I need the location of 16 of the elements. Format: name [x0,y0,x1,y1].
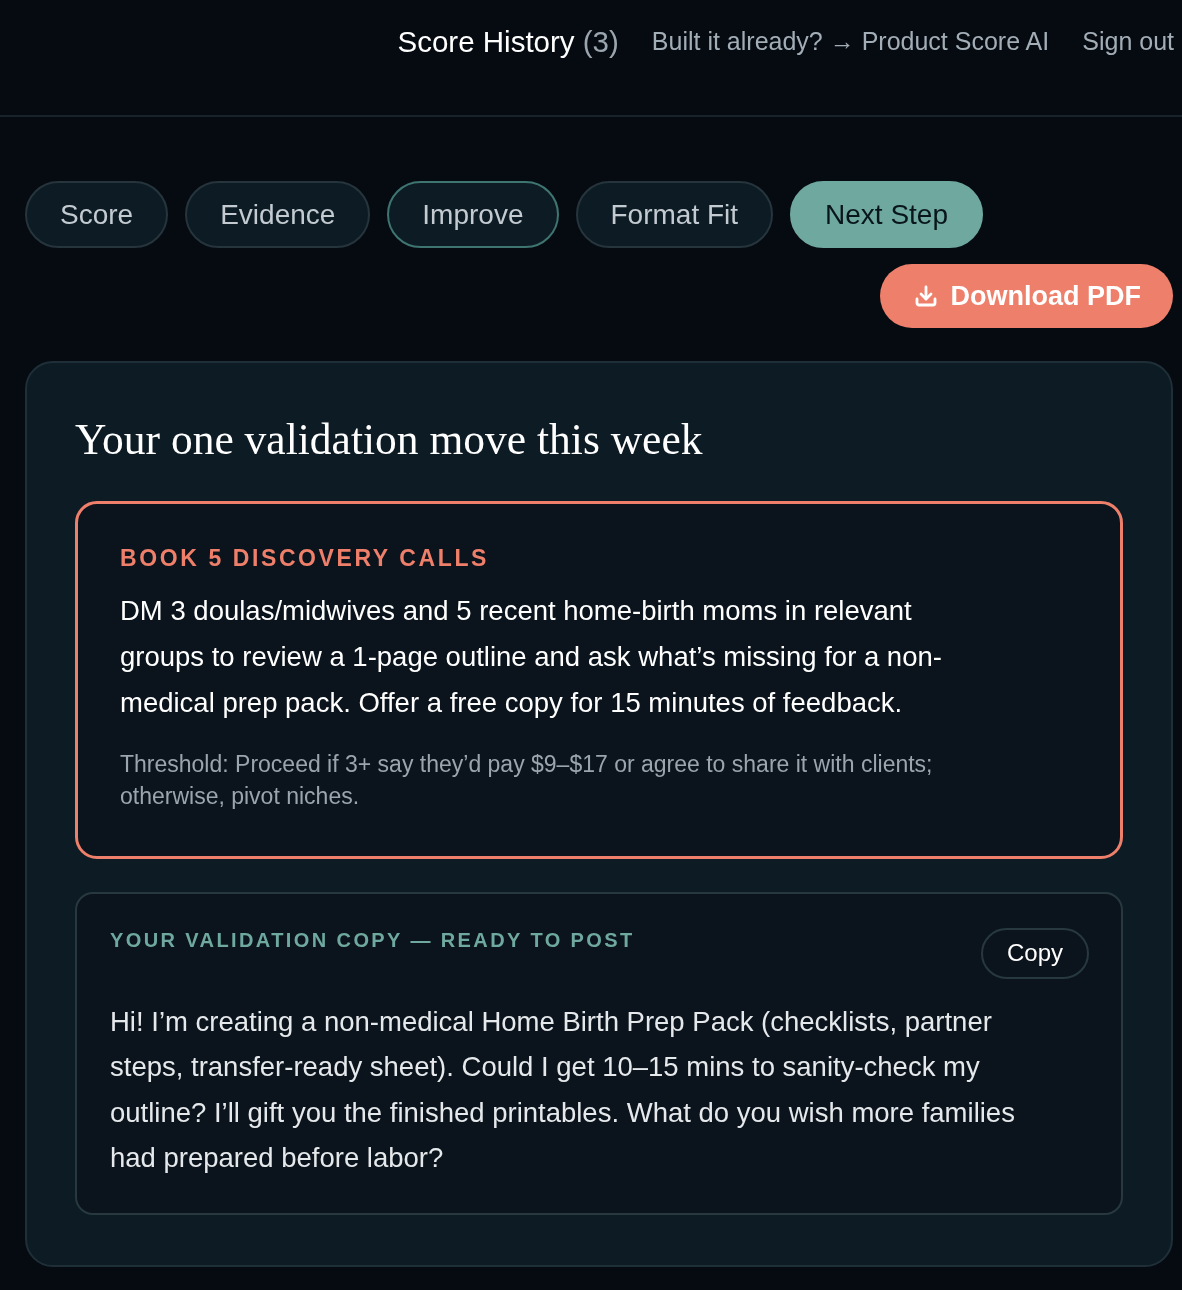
download-icon [913,284,938,308]
action-text: DM 3 doulas/midwives and 5 recent home-birth moms in relevant groups to review a 1-page outline and ask what’s missing for a non-medical prep pack. Offer a free copy for 15 minutes of feedback. [120,593,943,720]
copy-label: YOUR VALIDATION COPY — READY TO POST [110,927,635,952]
action-label: BOOK 5 DISCOVERY CALLS [120,545,491,573]
tab[interactable]: Improve [387,181,559,248]
nav-link[interactable]: Sign out [1082,27,1174,56]
card-title: Your one validation move this week [75,414,704,465]
tab[interactable]: Next Step [790,181,983,248]
threshold-text: Threshold: Proceed if 3+ say they’d pay $9–$17 or agree to share it with clients; otherwise, pivot niches. [120,749,934,811]
tab[interactable]: Score [25,181,169,248]
tab[interactable]: Format Fit [575,181,774,248]
nav-link[interactable]: Built it already? → Product Score AI [651,27,1050,56]
score-history-link[interactable]: Score History (3) [397,24,619,59]
copy-text: Hi! I’m creating a non-medical Home Birth Prep Pack (checklists, partner steps, transfer-ready sheet). Could I get 10–15 mins to sanity-check my outline? I’ll gift you the finished printables. What do you wish more families had prepared before labor? [110,1004,1016,1176]
copy-button[interactable]: Copy [980,927,1089,979]
tab[interactable]: Evidence [185,181,371,248]
